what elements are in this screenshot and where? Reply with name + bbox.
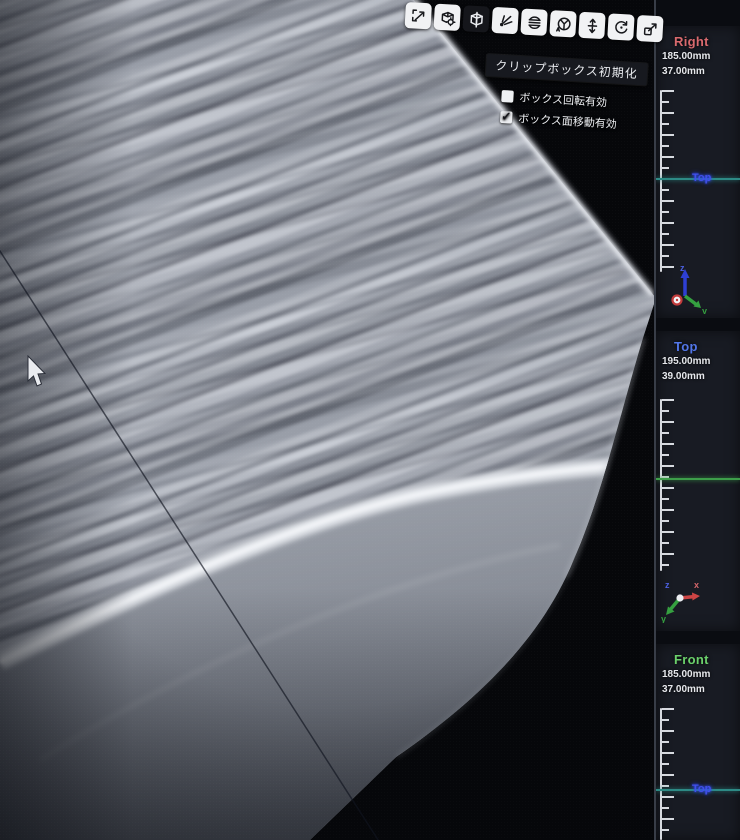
panel-top-title: Top: [656, 331, 740, 354]
box-reset-icon: [641, 20, 659, 38]
axis-triad-icon: z x y: [660, 577, 706, 623]
panel-front-title: Front: [656, 644, 740, 667]
svg-text:z: z: [665, 580, 670, 590]
toolbar-button-axis-move[interactable]: [578, 12, 605, 39]
main-3d-viewport[interactable]: [0, 0, 740, 840]
panel-right-view[interactable]: Right 185.00mm 37.00mm Top z y: [656, 26, 740, 318]
volume-render-image: [0, 0, 740, 840]
ruler: [660, 708, 682, 840]
lighting-icon: [496, 12, 514, 30]
panel-right-width: 185.00mm: [656, 49, 740, 64]
volume-box-settings-icon: [438, 8, 456, 26]
box-face-move-checkbox[interactable]: [500, 111, 513, 124]
panel-front-width: 185.00mm: [656, 667, 740, 682]
top-plane-slice-line[interactable]: Top: [656, 789, 740, 791]
toolbar-button-plane-rotate[interactable]: [607, 13, 634, 40]
axis-move-icon: [583, 16, 601, 34]
panel-top-view[interactable]: Top 195.00mm 39.00mm z x y: [656, 331, 740, 631]
slice-line-label: Top: [692, 783, 711, 795]
toolbar-button-slice-globe[interactable]: [520, 8, 547, 35]
clip-box-icon: [467, 10, 485, 28]
panel-right-height: 37.00mm: [656, 64, 740, 79]
ruler: [660, 399, 682, 571]
screenshot-region-icon: [409, 7, 427, 25]
ruler: [660, 90, 682, 272]
panel-front-view[interactable]: Front 185.00mm 37.00mm Top: [656, 644, 740, 840]
toolbar-button-screenshot-region[interactable]: [405, 2, 432, 29]
toolbar-button-lighting[interactable]: [491, 7, 518, 34]
axis-triad-icon: z y: [666, 262, 710, 314]
ortho-views-panel: Right 185.00mm 37.00mm Top z y Top 195.0…: [654, 0, 740, 840]
toolbar-button-clip-box[interactable]: [462, 5, 489, 32]
plane-rotate-icon: [612, 18, 630, 36]
clip-box-options: ボックス回転有効 ボックス面移動有効: [500, 88, 619, 132]
svg-text:y: y: [661, 614, 666, 623]
trackball-rotate-icon: [554, 15, 572, 33]
panel-top-width: 195.00mm: [656, 354, 740, 369]
box-rotation-checkbox[interactable]: [501, 90, 514, 103]
toolbar-button-box-reset[interactable]: [636, 15, 663, 42]
toolbar-button-trackball-rotate[interactable]: [549, 10, 576, 37]
svg-text:y: y: [702, 306, 707, 314]
svg-text:x: x: [694, 580, 699, 590]
panel-top-height: 39.00mm: [656, 369, 740, 384]
panel-right-title: Right: [656, 26, 740, 49]
toolbar-button-volume-box-settings[interactable]: [434, 4, 461, 31]
slice-line-label: Top: [692, 172, 711, 184]
top-plane-slice-line[interactable]: Top: [656, 178, 740, 180]
front-plane-slice-line[interactable]: [656, 478, 740, 480]
panel-front-height: 37.00mm: [656, 682, 740, 697]
slice-globe-icon: [525, 13, 543, 31]
